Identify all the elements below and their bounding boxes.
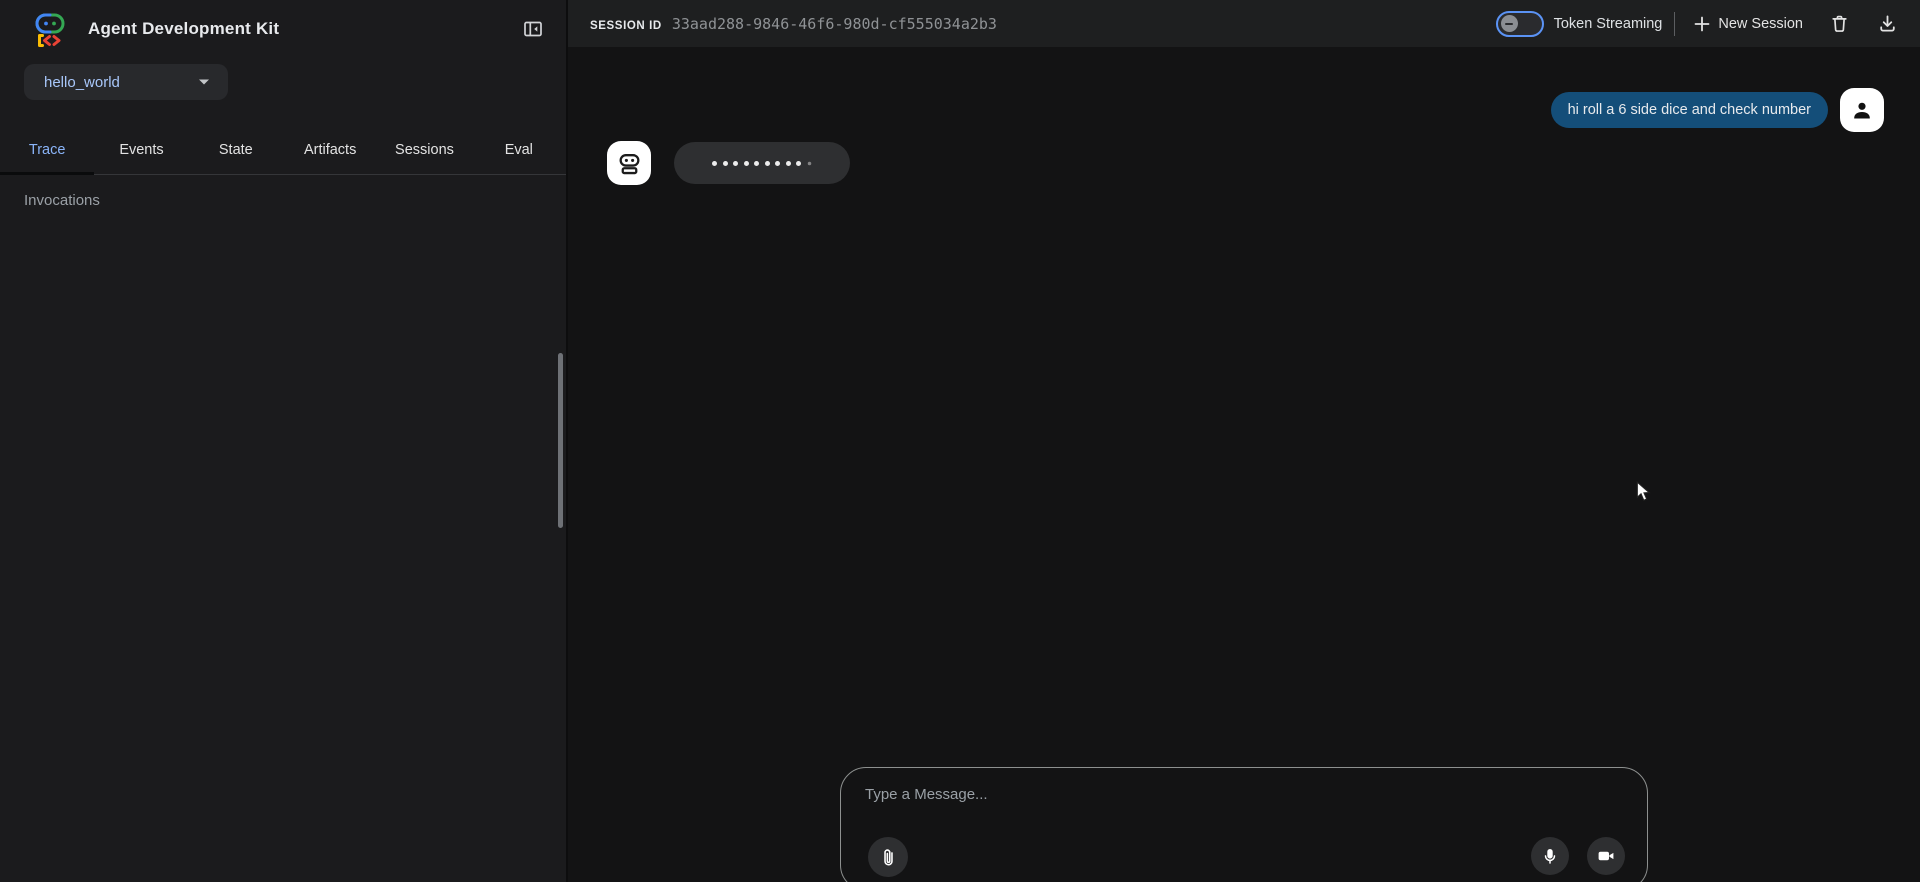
tab-sessions[interactable]: Sessions [377, 126, 471, 174]
trash-icon [1829, 13, 1850, 34]
person-icon [1849, 97, 1875, 123]
session-header: SESSION ID 33aad288-9846-46f6-980d-cf555… [568, 0, 1920, 47]
bot-message-row [568, 141, 1920, 185]
token-streaming-toggle[interactable]: Token Streaming [1496, 11, 1663, 37]
mouse-cursor [1636, 481, 1651, 502]
sidebar-tabs: Trace Events State Artifacts Sessions Ev… [0, 126, 566, 175]
paperclip-icon [878, 847, 899, 868]
video-button[interactable] [1587, 837, 1625, 875]
new-session-label: New Session [1718, 16, 1803, 32]
main-panel: SESSION ID 33aad288-9846-46f6-980d-cf555… [568, 0, 1920, 882]
export-session-button[interactable] [1869, 6, 1905, 42]
microphone-button[interactable] [1531, 837, 1569, 875]
session-id-value: 33aad288-9846-46f6-980d-cf555034a2b3 [672, 15, 997, 33]
tab-state[interactable]: State [189, 126, 283, 174]
new-session-button[interactable]: New Session [1687, 11, 1809, 37]
message-input-container [840, 767, 1648, 882]
sidebar-scrollbar[interactable] [558, 353, 563, 528]
sidebar-header: Agent Development Kit [0, 0, 566, 58]
left-panel-close-icon [522, 18, 544, 40]
header-actions: Token Streaming New Session [1496, 6, 1905, 42]
adk-logo-icon [30, 9, 70, 49]
token-streaming-label: Token Streaming [1554, 16, 1663, 32]
toggle-switch-icon[interactable] [1496, 11, 1544, 37]
agent-select-dropdown[interactable]: hello_world [24, 64, 228, 100]
header-divider [1674, 12, 1675, 36]
tab-eval[interactable]: Eval [472, 126, 566, 174]
tab-artifacts[interactable]: Artifacts [283, 126, 377, 174]
session-id-label: SESSION ID [590, 20, 662, 32]
adk-app-window: Agent Development Kit hello_world Trace … [0, 0, 1920, 882]
tab-events[interactable]: Events [94, 126, 188, 174]
bot-typing-indicator [674, 142, 850, 184]
invocations-label: Invocations [24, 192, 566, 209]
collapse-sidebar-button[interactable] [516, 12, 550, 46]
app-title: Agent Development Kit [88, 19, 516, 39]
toggle-thumb [1501, 15, 1518, 32]
agent-select-value: hello_world [44, 74, 198, 91]
session-id: SESSION ID 33aad288-9846-46f6-980d-cf555… [590, 15, 997, 33]
chevron-down-icon [198, 78, 210, 86]
microphone-icon [1540, 846, 1560, 866]
tab-trace[interactable]: Trace [0, 126, 94, 174]
videocam-icon [1596, 846, 1616, 866]
attach-file-button[interactable] [868, 837, 908, 877]
download-icon [1877, 13, 1898, 34]
user-message-row: hi roll a 6 side dice and check number [568, 88, 1920, 132]
plus-icon [1693, 15, 1711, 33]
chat-area: hi roll a 6 side dice and check number [568, 88, 1920, 882]
robot-icon [616, 150, 643, 177]
delete-session-button[interactable] [1821, 6, 1857, 42]
message-input[interactable] [865, 786, 1605, 832]
user-message-bubble: hi roll a 6 side dice and check number [1551, 92, 1828, 128]
user-avatar [1840, 88, 1884, 132]
bot-avatar [607, 141, 651, 185]
sidebar: Agent Development Kit hello_world Trace … [0, 0, 568, 882]
